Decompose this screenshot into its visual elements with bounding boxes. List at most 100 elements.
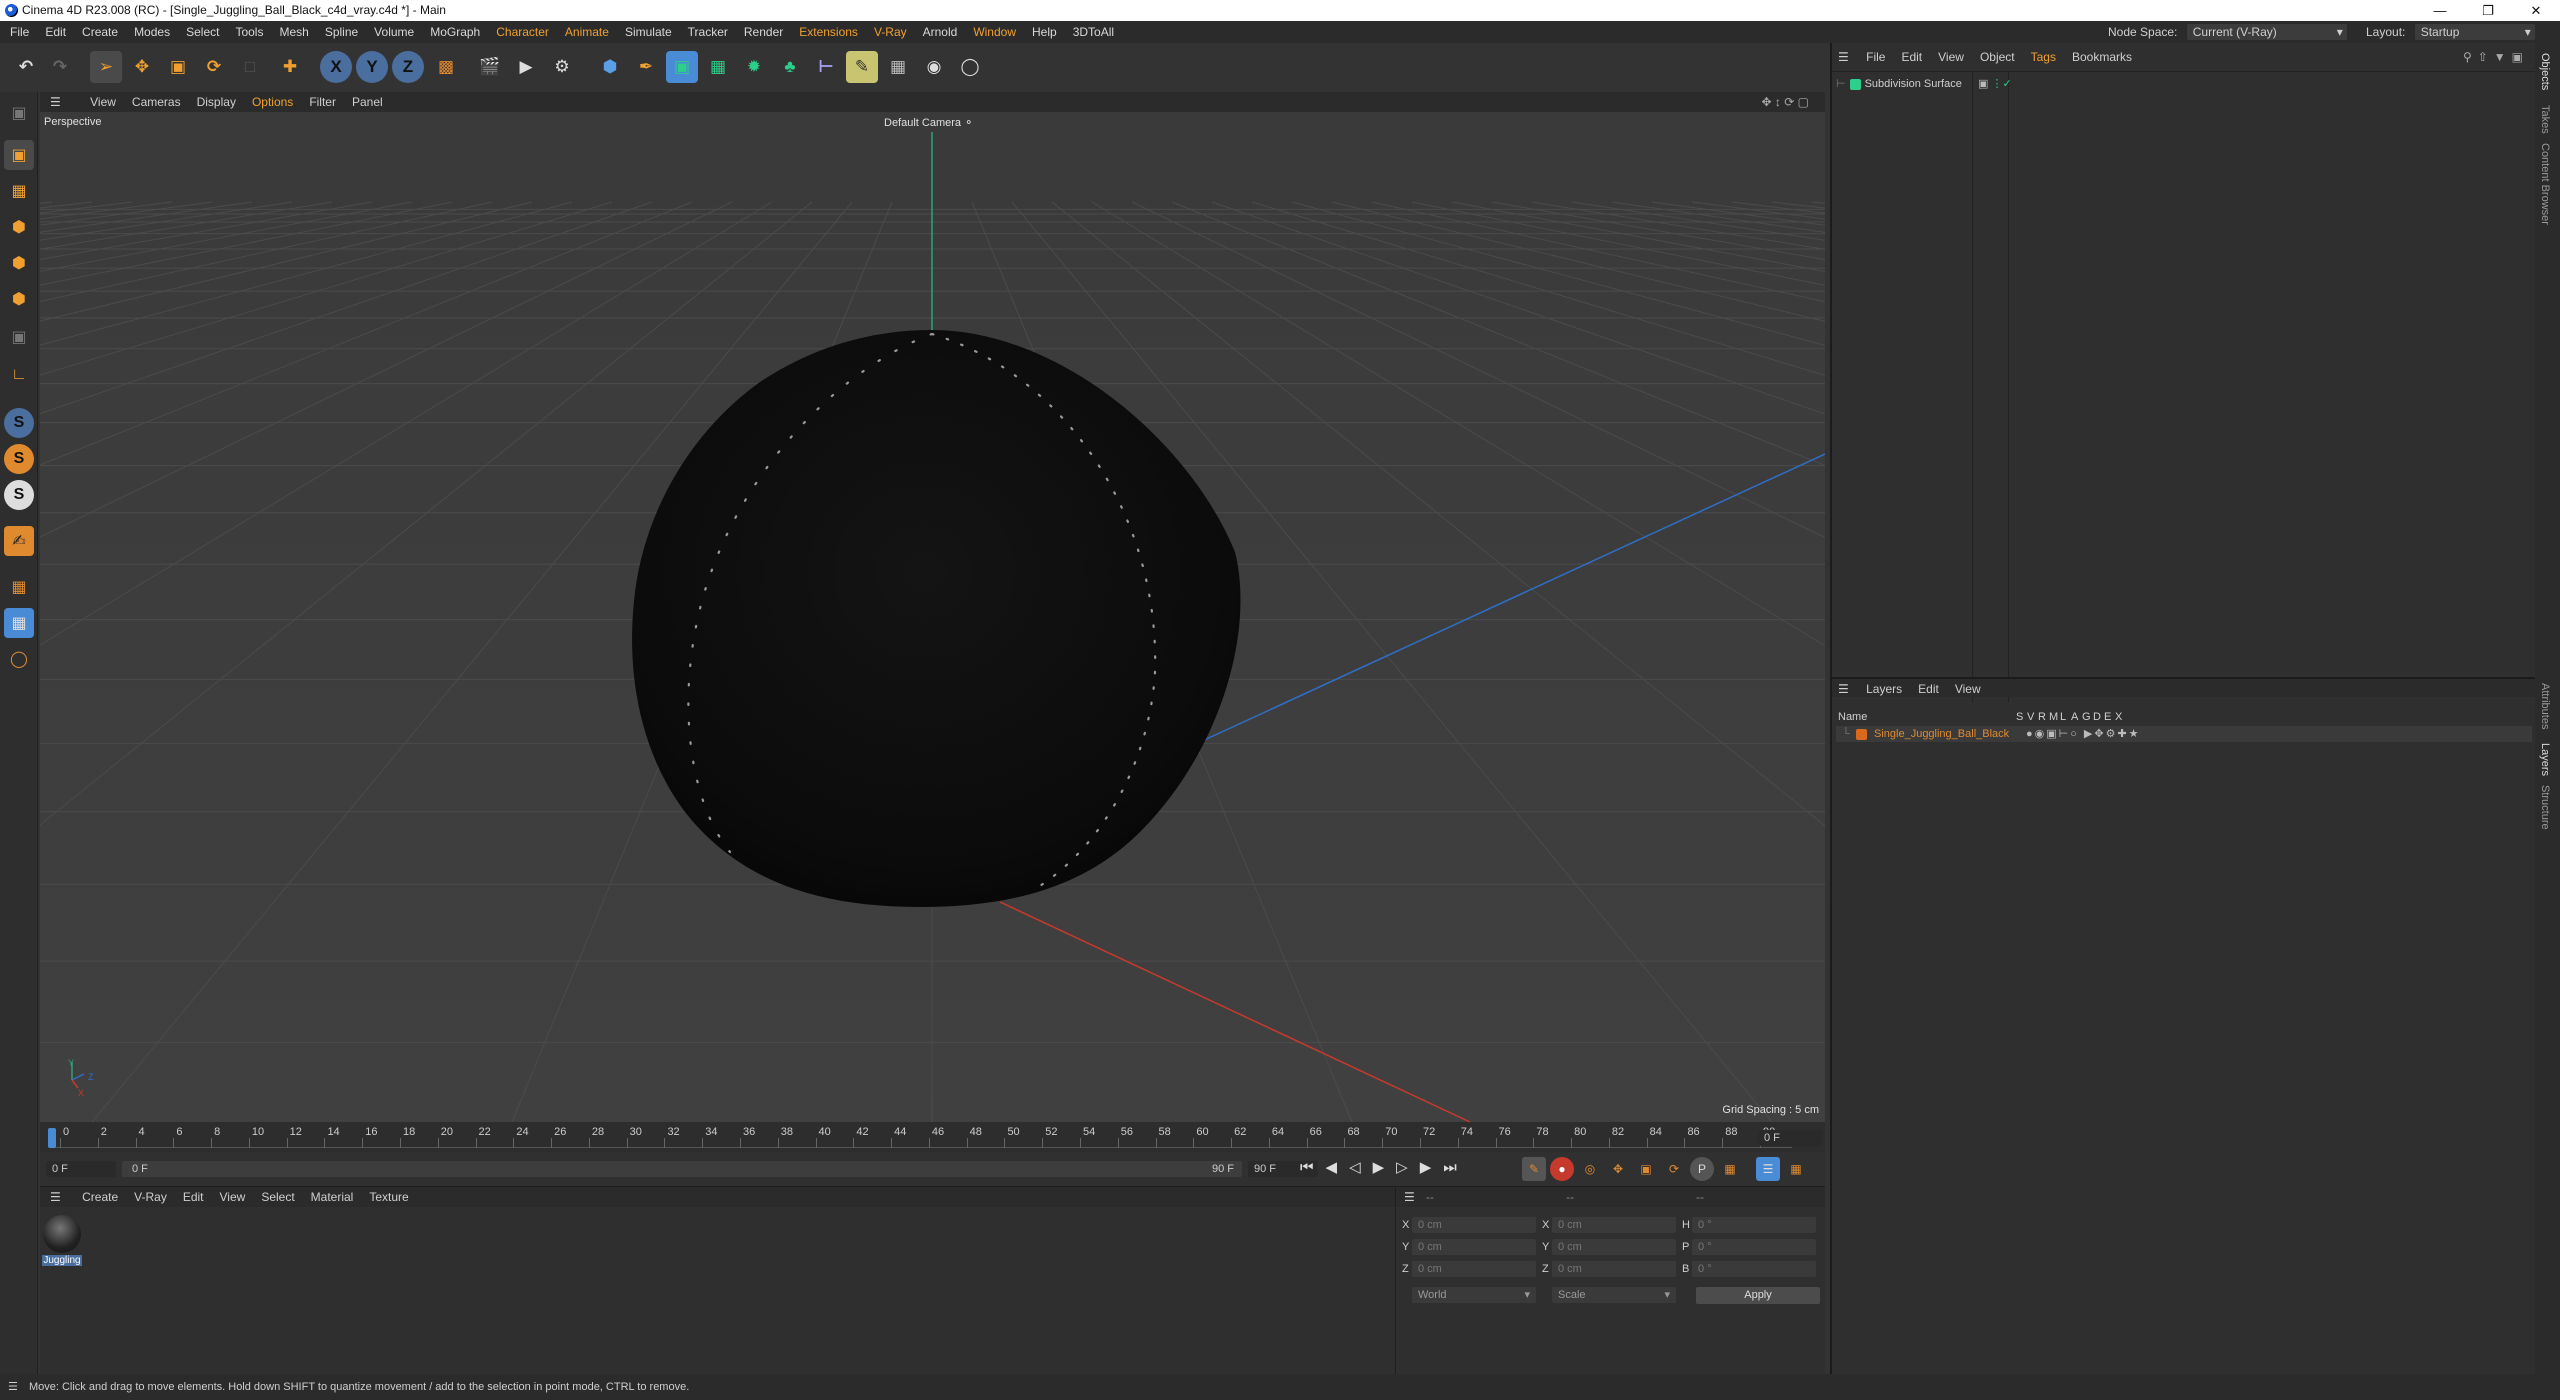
menu-window[interactable]: Window: [965, 21, 1024, 43]
light-icon[interactable]: ◯: [954, 51, 986, 83]
layout-select[interactable]: Startup ▾: [2414, 24, 2535, 40]
material-menu-texture[interactable]: Texture: [361, 1190, 416, 1204]
tag-icon[interactable]: ✎: [846, 51, 878, 83]
menu-spline[interactable]: Spline: [317, 21, 366, 43]
timeline-ruler[interactable]: 0 2 4 6 8 10 12 14 16 18 20 22 24 26 28 30 32 34 36 38 40 42 4…: [40, 1122, 1825, 1152]
hamburger-icon[interactable]: ☰: [1832, 50, 1855, 64]
coord-value-field[interactable]: 0 cm: [1412, 1239, 1536, 1255]
object-search-icons[interactable]: ⚲⇧▼▣: [2463, 49, 2529, 65]
step-forward-icon[interactable]: ▷: [1396, 1159, 1420, 1176]
coord-value-field[interactable]: 0 °: [1692, 1261, 1816, 1277]
viewport-menu-cameras[interactable]: Cameras: [124, 92, 189, 112]
points-mode-icon[interactable]: ⬢: [4, 212, 34, 242]
menu-tools[interactable]: Tools: [227, 21, 271, 43]
array-icon[interactable]: ♣: [774, 51, 806, 83]
y-axis-icon[interactable]: Y: [356, 51, 388, 83]
material-menu-edit[interactable]: Edit: [175, 1190, 212, 1204]
menu-extensions[interactable]: Extensions: [791, 21, 866, 43]
node-space-select[interactable]: Current (V-Ray) ▾: [2186, 24, 2347, 40]
menu-mesh[interactable]: Mesh: [271, 21, 316, 43]
camera-label[interactable]: Default Camera ⚬: [884, 116, 973, 129]
layer-menu-edit[interactable]: Edit: [1910, 682, 1947, 696]
render-view-icon[interactable]: ▶: [510, 51, 542, 83]
extrude-icon[interactable]: ▦: [702, 51, 734, 83]
menu-arnold[interactable]: Arnold: [915, 21, 966, 43]
viewport-nav-icons[interactable]: ✥ ↕ ⟳ ▢: [1754, 92, 1817, 112]
current-frame-field[interactable]: 0 F: [1758, 1130, 1822, 1146]
floor-grid-icon[interactable]: ▦: [4, 572, 34, 602]
menu-select[interactable]: Select: [178, 21, 227, 43]
z-axis-icon[interactable]: Z: [392, 51, 424, 83]
side-tab-content-browser[interactable]: Content Browser: [2539, 143, 2551, 225]
play-icon[interactable]: ▶: [1373, 1159, 1397, 1176]
hamburger-icon[interactable]: ☰: [0, 1381, 26, 1393]
render-region-icon[interactable]: 🎬: [474, 51, 506, 83]
record-icon[interactable]: ●: [1550, 1157, 1574, 1181]
object-row[interactable]: ⊢ Subdivision Surface: [1836, 76, 1962, 92]
menu-mograph[interactable]: MoGraph: [422, 21, 488, 43]
viewport-grid-icon[interactable]: ▦: [4, 608, 34, 638]
layer-menu-view[interactable]: View: [1947, 682, 1989, 696]
make-editable-icon[interactable]: ▣: [4, 98, 34, 128]
material-menu-view[interactable]: View: [212, 1190, 254, 1204]
hamburger-icon[interactable]: ☰: [40, 92, 71, 112]
camera-icon[interactable]: ◉: [918, 51, 950, 83]
viewport-menu-panel[interactable]: Panel: [344, 92, 391, 112]
key-pla-icon[interactable]: ▦: [1718, 1157, 1742, 1181]
menu-3dtoall[interactable]: 3DToAll: [1065, 21, 1122, 43]
coord-value-field[interactable]: 0 cm: [1552, 1261, 1676, 1277]
hamburger-icon[interactable]: ☰: [40, 1190, 71, 1204]
menu-render[interactable]: Render: [736, 21, 791, 43]
menu-edit[interactable]: Edit: [37, 21, 74, 43]
material-menu-v-ray[interactable]: V-Ray: [126, 1190, 175, 1204]
step-back-icon[interactable]: ◁: [1349, 1159, 1373, 1176]
minimize-icon[interactable]: —: [2420, 0, 2460, 21]
material-menu-create[interactable]: Create: [74, 1190, 126, 1204]
coordinate-system-icon[interactable]: ▩: [430, 51, 462, 83]
coord-value-field[interactable]: 0 °: [1692, 1239, 1816, 1255]
move-icon[interactable]: ✥: [126, 51, 158, 83]
model-mode-icon[interactable]: ▣: [4, 140, 34, 170]
menu-modes[interactable]: Modes: [126, 21, 178, 43]
layer-toggle-icons[interactable]: ●◉▣⊢○ ▶✥⚙✚★: [2026, 726, 2141, 742]
playhead[interactable]: [48, 1128, 56, 1148]
scale-icon[interactable]: ▣: [162, 51, 194, 83]
key-rotate-icon[interactable]: ⟳: [1662, 1157, 1686, 1181]
cloner-icon[interactable]: ✹: [738, 51, 770, 83]
coord-value-field[interactable]: 0 cm: [1552, 1217, 1676, 1233]
layer-menu-layers[interactable]: Layers: [1858, 682, 1910, 696]
render-settings-icon[interactable]: ⚙: [546, 51, 578, 83]
side-tab-attributes[interactable]: Attributes: [2539, 683, 2551, 729]
object-menu-edit[interactable]: Edit: [1893, 50, 1930, 64]
side-tab-layers[interactable]: Layers: [2539, 743, 2551, 776]
menu-animate[interactable]: Animate: [557, 21, 617, 43]
object-menu-view[interactable]: View: [1930, 50, 1972, 64]
menu-create[interactable]: Create: [74, 21, 126, 43]
go-to-end-icon[interactable]: ⏭: [1443, 1159, 1469, 1176]
redo-icon[interactable]: ↷: [44, 51, 76, 83]
apply-button[interactable]: Apply: [1696, 1287, 1820, 1304]
viewport-perspective[interactable]: Perspective Default Camera ⚬ Grid Spacin…: [40, 112, 1825, 1122]
key-scale-icon[interactable]: ▣: [1634, 1157, 1658, 1181]
coord-scale-select[interactable]: Scale ▾: [1552, 1287, 1676, 1303]
menu-tracker[interactable]: Tracker: [680, 21, 736, 43]
menu-simulate[interactable]: Simulate: [617, 21, 680, 43]
object-flags[interactable]: ▣ ⋮✓: [1978, 77, 2012, 90]
preview-range-slider[interactable]: 0 F 90 F: [122, 1161, 1242, 1177]
object-menu-tags[interactable]: Tags: [2023, 50, 2064, 64]
undo-icon[interactable]: ↶: [10, 51, 42, 83]
layer-row[interactable]: └ Single_Juggling_Ball_Black ●◉▣⊢○ ▶✥⚙✚★: [1836, 726, 2532, 742]
x-axis-icon[interactable]: X: [320, 51, 352, 83]
coord-mode-select[interactable]: World ▾: [1412, 1287, 1536, 1303]
floor-icon[interactable]: ▦: [882, 51, 914, 83]
restore-icon[interactable]: ❐: [2468, 0, 2508, 21]
menu-help[interactable]: Help: [1024, 21, 1065, 43]
cube-icon[interactable]: ⬢: [594, 51, 626, 83]
coord-value-field[interactable]: 0 cm: [1552, 1239, 1676, 1255]
material-swatch[interactable]: Juggling: [42, 1215, 82, 1271]
subdivision-icon[interactable]: ▣: [666, 51, 698, 83]
start-frame-field[interactable]: 0 F: [46, 1161, 116, 1177]
side-tab-takes[interactable]: Takes: [2539, 105, 2551, 134]
menu-character[interactable]: Character: [488, 21, 557, 43]
move-plus-icon[interactable]: ✚: [274, 51, 306, 83]
